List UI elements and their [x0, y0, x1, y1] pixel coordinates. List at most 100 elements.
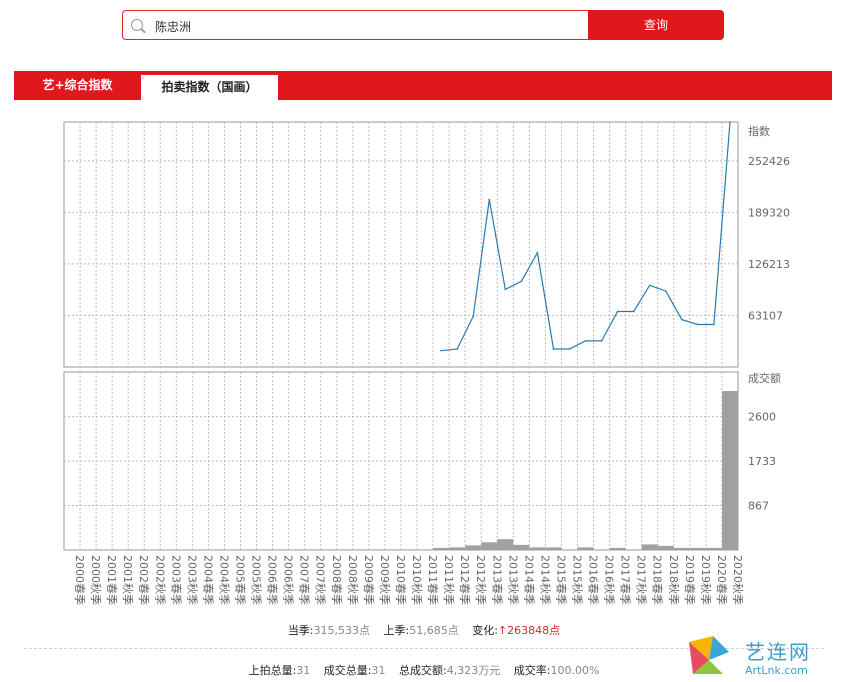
- index-point: [632, 310, 635, 313]
- current-season-value: 315,533点: [313, 624, 371, 637]
- x-tick-label: 2012春季: [458, 555, 471, 605]
- volume-bar: [433, 547, 450, 550]
- index-tick-label: 63107: [748, 309, 783, 322]
- volume-bar: [609, 547, 626, 550]
- index-point: [456, 348, 458, 350]
- index-point: [681, 318, 683, 321]
- x-tick-label: 2004春季: [201, 555, 214, 605]
- rate-label: 成交率:: [513, 664, 551, 677]
- x-tick-label: 2009秋季: [378, 555, 392, 605]
- x-tick-label: 2006春季: [266, 555, 279, 605]
- x-tick-label: 2015秋季: [571, 555, 585, 605]
- x-tick-label: 2005秋季: [250, 555, 264, 605]
- volume-bar: [497, 539, 514, 550]
- change-value: ↑263848点: [497, 624, 561, 637]
- x-tick-label: 2018春季: [651, 555, 664, 605]
- sold-label: 成交总量:: [323, 664, 372, 677]
- x-tick-label: 2006秋季: [282, 555, 296, 605]
- index-point: [536, 251, 539, 254]
- watermark-en: ArtLnk.com: [745, 664, 808, 677]
- index-tick-label: 189320: [748, 206, 790, 219]
- lots-label: 上拍总量:: [248, 664, 297, 677]
- x-tick-label: 2008春季: [330, 555, 343, 605]
- volume-bar: [722, 391, 738, 550]
- amount-label: 总成交额:: [399, 664, 447, 677]
- x-tick-label: 2015春季: [555, 555, 568, 605]
- index-point: [520, 280, 523, 283]
- volume-bar: [705, 547, 722, 550]
- index-point: [713, 323, 715, 326]
- x-tick-label: 2003秋季: [185, 555, 199, 605]
- x-tick-label: 2017秋季: [635, 555, 649, 605]
- index-point: [552, 348, 555, 350]
- previous-season-label: 上季:: [383, 624, 410, 637]
- volume-bar: [465, 545, 482, 550]
- index-point: [697, 323, 699, 326]
- change-label: 变化:: [472, 624, 498, 637]
- amount-value: 4,323万元: [446, 664, 501, 677]
- volume-bar: [689, 547, 706, 550]
- index-point: [584, 340, 587, 342]
- x-tick-label: 2019秋季: [699, 555, 713, 605]
- x-tick-label: 2004秋季: [218, 555, 232, 605]
- artlnk-watermark: 艺连网 ArtLnk.com: [683, 630, 833, 682]
- index-point: [472, 315, 475, 318]
- volume-bar: [641, 544, 658, 550]
- volume-tick-label: 2600: [748, 411, 776, 424]
- volume-bar: [513, 544, 530, 550]
- index-tick-label: 126213: [748, 258, 790, 271]
- sold-value: 31: [371, 664, 386, 677]
- x-tick-label: 2014秋季: [538, 555, 552, 605]
- volume-tick-label: 1733: [748, 455, 776, 468]
- x-tick-label: 2011春季: [426, 555, 439, 605]
- x-tick-label: 2003春季: [169, 555, 182, 605]
- index-point: [488, 198, 491, 201]
- volume-bar: [673, 547, 690, 550]
- x-tick-label: 2013春季: [490, 555, 503, 605]
- x-tick-label: 2010春季: [394, 555, 407, 605]
- x-tick-label: 2000春季: [73, 555, 86, 605]
- index-point: [616, 310, 619, 313]
- volume-bar: [657, 545, 674, 550]
- x-tick-label: 2005春季: [234, 555, 247, 605]
- x-tick-label: 2020春季: [715, 555, 728, 605]
- x-tick-label: 2008秋季: [346, 555, 360, 605]
- volume-bar: [481, 542, 498, 550]
- volume-bar: [545, 547, 562, 550]
- x-tick-label: 2016春季: [587, 555, 600, 605]
- x-tick-label: 2002秋季: [153, 555, 167, 605]
- x-tick-label: 2007秋季: [314, 555, 328, 605]
- current-season-label: 当季:: [287, 624, 314, 637]
- index-point: [664, 290, 667, 292]
- previous-season-value: 51,685点: [409, 624, 459, 637]
- volume-tick-label: 867: [748, 500, 769, 513]
- index-point: [600, 340, 603, 342]
- x-tick-label: 2010秋季: [410, 555, 424, 605]
- index-point: [440, 349, 442, 352]
- x-tick-label: 2019春季: [683, 555, 696, 605]
- x-tick-label: 2018秋季: [667, 555, 681, 605]
- index-chart: 63107 126213 189320 252426 指数 867 1733 2600 成交额 2…: [63, 121, 790, 605]
- index-point: [504, 288, 507, 291]
- x-tick-label: 2009春季: [362, 555, 375, 605]
- artlnk-logo-icon: [689, 636, 729, 674]
- index-tick-label: 252426: [748, 155, 790, 168]
- index-axis-label: 指数: [748, 124, 770, 138]
- lots-value: 31: [296, 664, 311, 677]
- x-tick-label: 2017春季: [619, 555, 632, 605]
- rate-value: 100.00%: [550, 664, 600, 677]
- x-tick-label: 2000秋季: [89, 555, 103, 605]
- volume-axis-label: 成交额: [748, 371, 781, 385]
- x-tick-label: 2016秋季: [603, 555, 617, 605]
- x-tick-label: 2001秋季: [121, 555, 135, 605]
- index-point: [568, 348, 571, 350]
- x-tick-label: 2014春季: [522, 555, 535, 605]
- volume-bar: [577, 547, 594, 550]
- x-tick-label: 2011秋季: [442, 555, 456, 605]
- x-tick-label: 2012秋季: [474, 555, 488, 605]
- volume-bar: [529, 547, 546, 550]
- watermark-cn: 艺连网: [745, 640, 811, 664]
- x-tick-label: 2013秋季: [506, 555, 520, 605]
- index-point: [648, 284, 651, 287]
- x-tick-label: 2020秋季: [731, 555, 745, 605]
